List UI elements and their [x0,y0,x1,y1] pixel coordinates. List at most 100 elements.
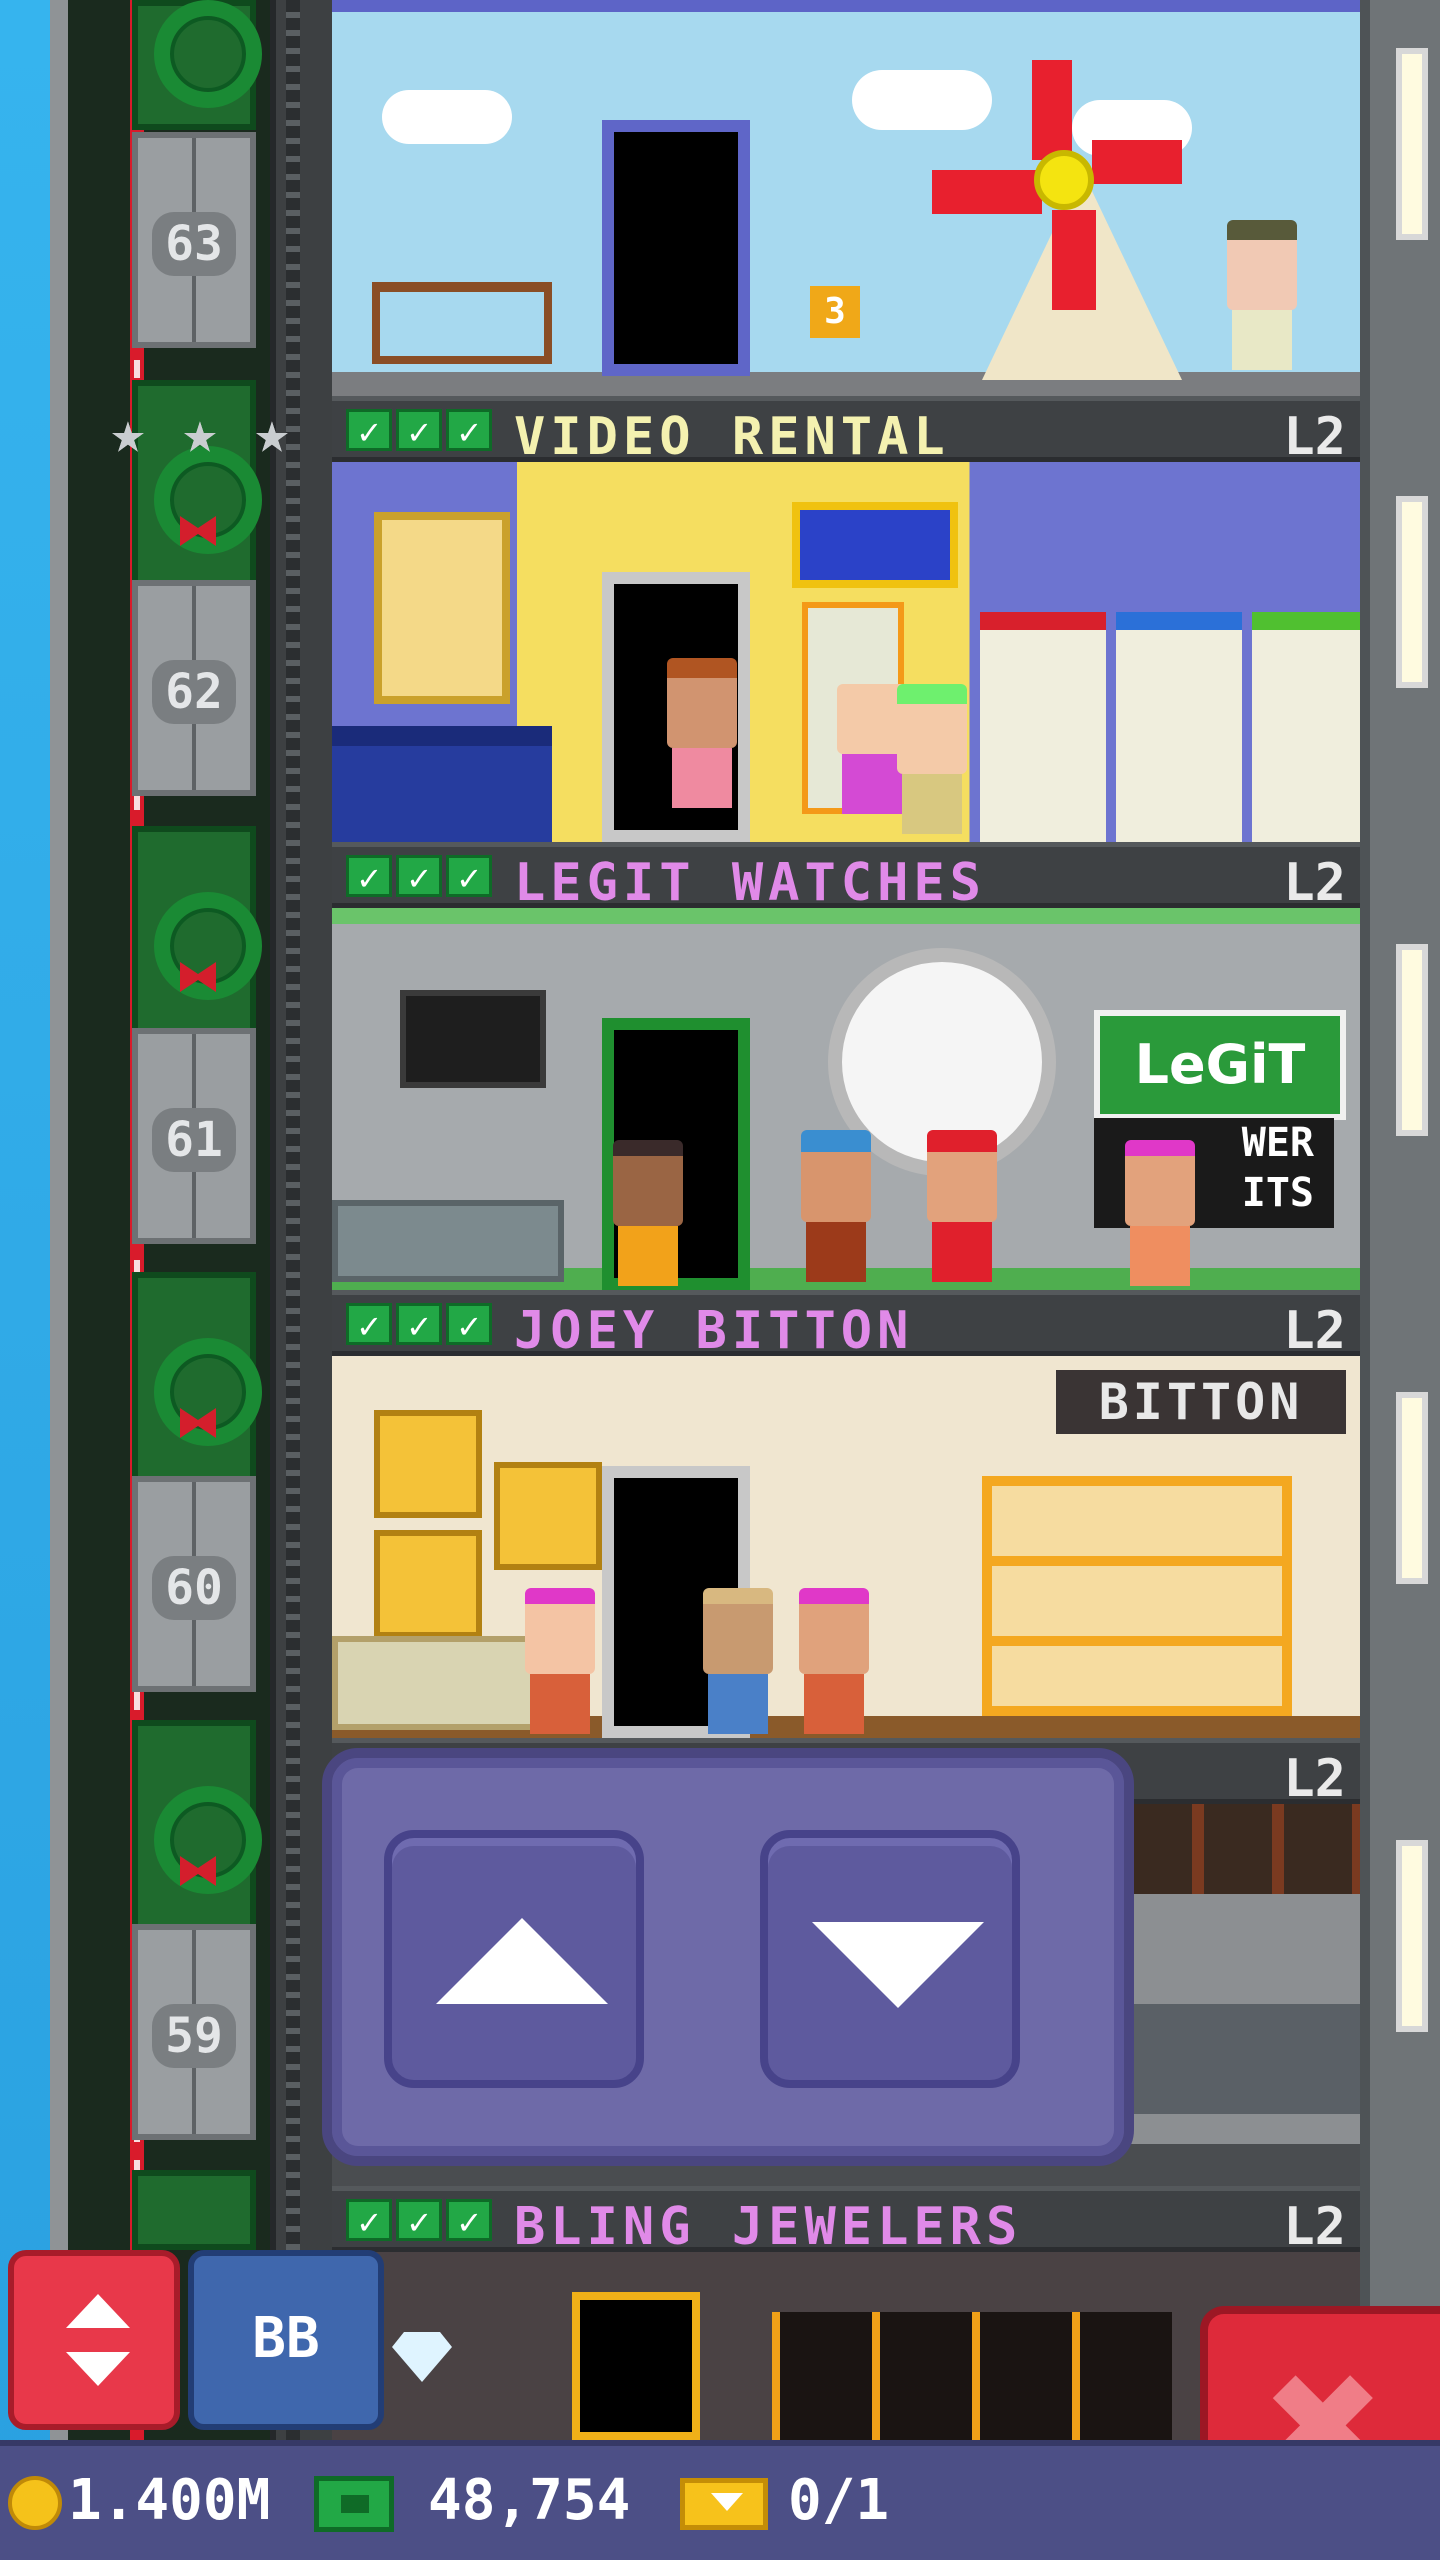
shelf-blue [1116,612,1242,842]
tickets-value: 0/1 [788,2468,890,2533]
wreath-panel [132,826,262,1056]
resident-body [1232,310,1292,370]
sky-background [0,0,50,2560]
bitbook-button[interactable]: BB [188,2250,384,2430]
resident[interactable] [794,1588,874,1734]
counter [332,726,552,842]
elevator-toggle-button[interactable] [8,2250,180,2430]
cloud [382,90,512,144]
elevator-stars: ★ ★ ★ [96,402,306,462]
resident[interactable] [520,1588,600,1734]
floor-door [602,120,750,376]
jewel-cases [772,2312,1172,2440]
resident-body [932,1222,992,1282]
resident-head [613,1140,683,1226]
check-icon: ✓ [346,2199,392,2243]
cloud [852,70,992,130]
check-icon: ✓ [396,2199,442,2243]
resident-body [902,774,962,834]
floor-label-bar[interactable]: ✓ ✓ ✓ LEGIT WATCHES L2 [332,842,1360,913]
resident-head [801,1130,871,1222]
check-icon: ✓ [346,409,392,453]
floor-scene-joey-bitton[interactable]: BITTON [332,1356,1360,1738]
resident-body [618,1226,678,1286]
floor-name: VIDEO RENTAL [514,407,950,467]
tv-screen [400,990,546,1088]
resident[interactable] [1222,220,1302,370]
display-case [332,1200,564,1282]
elevator-badge: 3 [810,286,860,338]
resident-body [1130,1226,1190,1286]
bux-icon [314,2476,394,2532]
check-icon: ✓ [446,2199,492,2243]
resident-head [1227,220,1297,310]
wreath-icon [154,0,262,108]
ticket-sign [792,502,958,588]
check-icon: ✓ [446,409,492,453]
floor-label-bar[interactable]: ✓ ✓ ✓ JOEY BITTON L2 [332,1290,1360,1361]
up-arrow-icon [66,2294,130,2328]
elevator-door-61[interactable]: 61 [132,1028,256,1244]
bitton-sign: BITTON [1056,1370,1346,1434]
floor-level: L2 [1283,407,1346,467]
resident-head [667,658,737,748]
resident-body [708,1674,768,1734]
resident[interactable] [892,684,972,834]
bag-frame [374,1530,482,1638]
windmill-hub [1034,150,1094,210]
check-icon: ✓ [396,855,442,899]
elevator-door-63[interactable]: 63 [132,132,256,348]
coins-value: 1.400M [68,2468,271,2533]
elevator-door-62[interactable]: 62 [132,580,256,796]
floor-level: L2 [1283,853,1346,913]
resident-head [703,1588,773,1674]
floor-name: BLING JEWELERS [514,2197,1023,2257]
bag-frame [374,1410,482,1518]
floor-name: LEGIT WATCHES [514,853,986,913]
windmill-blade [1032,60,1072,160]
star-icon: ★ [110,398,146,466]
coin-icon [8,2476,62,2530]
floor-scene-video-rental[interactable] [332,462,1360,842]
elevator-door-60[interactable]: 60 [132,1476,256,1692]
elevator-down-button[interactable] [760,1830,1020,2088]
wreath-panel [132,1272,262,1502]
elevator-door-59[interactable]: 59 [132,1924,256,2140]
floor-number: 61 [152,1108,236,1172]
floor-label-bar[interactable]: ✓ ✓ ✓ BLING JEWELERS L2 [332,2186,1360,2257]
windmill-blade [932,170,1042,214]
floor-label-bar[interactable]: ✓ ✓ ✓ VIDEO RENTAL L2 [332,396,1360,467]
elevator-up-button[interactable] [384,1830,644,2088]
resident[interactable] [1120,1140,1200,1286]
resident-head [799,1588,869,1674]
shelf-green [1252,612,1360,842]
check-icon: ✓ [396,409,442,453]
window-light [1396,1392,1428,1584]
resident[interactable] [662,658,742,808]
resident[interactable] [922,1130,1002,1282]
workbench [1112,2004,1360,2114]
floor-level: L2 [1283,2197,1346,2257]
poster [374,512,510,704]
floor-scene-legit-watches[interactable]: LeGiT WER ITS [332,908,1360,1290]
star-icon: ★ [182,398,218,466]
window-light [1396,1840,1428,2032]
floor-level: L2 [1283,1749,1346,1809]
club-rack [372,282,552,364]
resident[interactable] [796,1130,876,1282]
checkmarks: ✓ ✓ ✓ [346,2199,492,2243]
resident[interactable] [608,1140,688,1286]
floor-scene-windmill[interactable]: 3 [332,0,1360,396]
resident[interactable] [698,1588,778,1734]
building-right-column [1360,0,1440,2440]
down-arrow-icon [812,1922,984,2008]
status-bar: 1.400M 48,754 0/1 [0,2440,1440,2560]
resident-body [530,1674,590,1734]
wreath-panel [132,0,262,130]
resident-head [1125,1140,1195,1226]
windmill-blade [1092,140,1182,184]
floor-name: JOEY BITTON [514,1301,914,1361]
resident-head [897,684,967,774]
resident-body [672,748,732,808]
checkmarks: ✓ ✓ ✓ [346,409,492,453]
